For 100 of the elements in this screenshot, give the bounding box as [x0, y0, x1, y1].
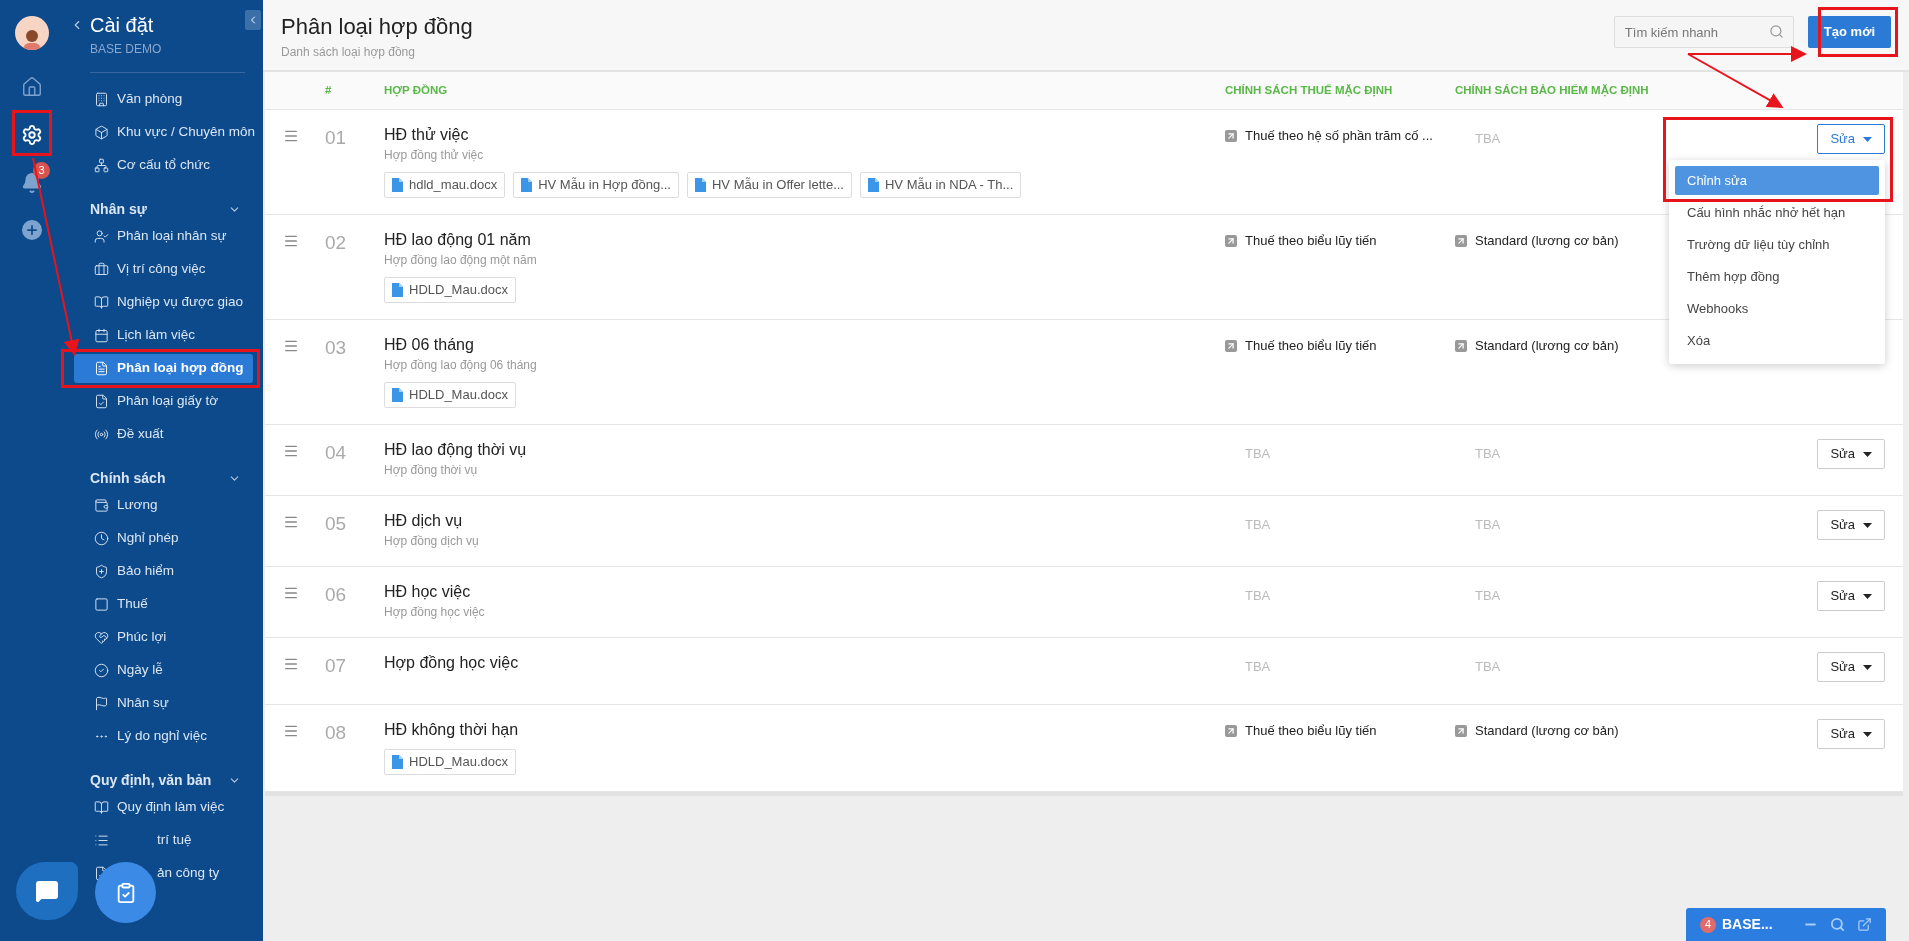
- sidebar-item[interactable]: Văn phòng: [74, 85, 253, 114]
- menu-item[interactable]: Xóa: [1675, 326, 1879, 355]
- file-chip[interactable]: hdld_mau.docx: [384, 172, 506, 198]
- contract-name[interactable]: HĐ không thời hạn: [384, 719, 1225, 741]
- chat-icon: [35, 879, 59, 903]
- section-header[interactable]: Nhân sự: [90, 198, 147, 220]
- search-icon: [1768, 24, 1784, 39]
- search-field[interactable]: Tìm kiếm nhanh: [1613, 16, 1794, 48]
- sidebar-item[interactable]: Nghỉ phép: [74, 524, 253, 553]
- drag-handle-icon[interactable]: [283, 723, 299, 739]
- sidebar-item[interactable]: Bảo hiểm: [74, 557, 253, 586]
- sidebar-item[interactable]: Vị trí công việc: [74, 255, 253, 284]
- caret-icon: [1863, 136, 1872, 142]
- sidebar-item[interactable]: Ngày lễ: [74, 656, 253, 685]
- menu-icon: [94, 564, 109, 579]
- section-header[interactable]: Chính sách: [90, 467, 166, 489]
- sidebar-item[interactable]: Phân loại giấy tờ: [74, 387, 253, 416]
- file-chip[interactable]: HV Mẫu in NDA - Th...: [859, 172, 1022, 198]
- contract-name[interactable]: Hợp đồng học việc: [384, 652, 1225, 674]
- file-chip[interactable]: HDLD_Mau.docx: [384, 382, 516, 408]
- menu-item[interactable]: Thêm hợp đồng: [1675, 262, 1879, 291]
- sidebar-item[interactable]: Quy định làm việc: [74, 793, 253, 822]
- contract-name[interactable]: HĐ 06 tháng: [384, 334, 1225, 356]
- file-chip[interactable]: HDLD_Mau.docx: [384, 749, 516, 775]
- edit-dropdown-button[interactable]: Sửa: [1817, 510, 1885, 540]
- sidebar-item[interactable]: Lý do nghỉ việc: [74, 722, 253, 751]
- policy-value: TBA: [1244, 446, 1271, 461]
- menu-item[interactable]: Trường dữ liệu tùy chỉnh: [1675, 230, 1879, 259]
- column-header: CHÍNH SÁCH THUẾ MẶC ĐỊNH: [1225, 82, 1394, 99]
- settings-icon[interactable]: [21, 124, 43, 146]
- create-button[interactable]: Tạo mới: [1807, 16, 1891, 48]
- drag-handle-icon[interactable]: [283, 233, 299, 249]
- chat-widget-bar[interactable]: 4 BASE...: [1686, 908, 1886, 941]
- menu-item[interactable]: Webhooks: [1675, 294, 1879, 323]
- drag-handle-icon[interactable]: [283, 338, 299, 354]
- policy-value: TBA: [1474, 446, 1501, 461]
- sidebar-item[interactable]: Lương: [74, 491, 253, 520]
- search-icon[interactable]: [1830, 917, 1845, 932]
- home-icon[interactable]: [21, 76, 43, 98]
- row-number: 05: [325, 512, 348, 536]
- sidebar-item[interactable]: Đề xuất: [74, 420, 253, 449]
- menu-icon: [94, 696, 109, 711]
- file-chip[interactable]: HV Mẫu in Hợp đồng...: [513, 172, 679, 198]
- drag-handle-icon[interactable]: [283, 656, 299, 672]
- avatar[interactable]: [15, 16, 49, 50]
- sidebar-subtitle: BASE DEMO: [89, 41, 163, 58]
- sidebar-item[interactable]: trí tuệ: [74, 826, 253, 855]
- popout-icon[interactable]: [1857, 917, 1872, 932]
- menu-icon: [94, 125, 109, 140]
- link-icon: [1225, 129, 1237, 142]
- column-header: CHÍNH SÁCH BẢO HIỂM MẶC ĐỊNH: [1455, 82, 1650, 99]
- policy-link[interactable]: Standard (lương cơ bản): [1475, 231, 1619, 251]
- edit-dropdown-button[interactable]: Sửa: [1817, 124, 1885, 154]
- edit-dropdown-button[interactable]: Sửa: [1817, 719, 1885, 749]
- caret-icon: [1863, 593, 1872, 599]
- sidebar-item[interactable]: Khu vực / Chuyên môn: [74, 118, 253, 147]
- menu-icon: [94, 531, 109, 546]
- sidebar-item[interactable]: Phúc lợi: [74, 623, 253, 652]
- drag-handle-icon[interactable]: [283, 585, 299, 601]
- document-icon: [867, 178, 879, 192]
- file-chip[interactable]: HDLD_Mau.docx: [384, 277, 516, 303]
- sidebar-item[interactable]: Cơ cấu tổ chức: [74, 151, 253, 180]
- add-icon[interactable]: [22, 220, 42, 240]
- contract-name[interactable]: HĐ dịch vụ: [384, 510, 1225, 532]
- policy-link[interactable]: Standard (lương cơ bản): [1475, 336, 1619, 356]
- policy-link[interactable]: Thuế theo biểu lũy tiến: [1245, 336, 1377, 356]
- menu-item[interactable]: Cấu hình nhắc nhở hết hạn: [1675, 198, 1879, 227]
- contract-name[interactable]: HĐ học việc: [384, 581, 1225, 603]
- sidebar-item[interactable]: Phân loại hợp đồng: [74, 354, 253, 383]
- file-chip[interactable]: HV Mẫu in Offer lette...: [687, 172, 852, 198]
- contract-name[interactable]: HĐ thử việc: [384, 124, 1225, 146]
- edit-dropdown-button[interactable]: Sửa: [1817, 652, 1885, 682]
- sidebar-item[interactable]: Phân loại nhân sự: [74, 222, 253, 251]
- policy-link[interactable]: Thuế theo biểu lũy tiến: [1245, 721, 1377, 741]
- caret-icon: [1863, 664, 1872, 670]
- drag-handle-icon[interactable]: [283, 443, 299, 459]
- section-header[interactable]: Quy định, văn bản: [90, 769, 212, 791]
- policy-value: TBA: [1244, 588, 1271, 603]
- contract-description: Hợp đồng dịch vụ: [384, 533, 480, 550]
- sidebar-item[interactable]: Nghiệp vụ được giao: [74, 288, 253, 317]
- sidebar-item[interactable]: Lịch làm việc: [74, 321, 253, 350]
- drag-handle-icon[interactable]: [283, 514, 299, 530]
- collapse-button[interactable]: [245, 10, 261, 30]
- menu-icon: [94, 394, 109, 409]
- contract-name[interactable]: HĐ lao động thời vụ: [384, 439, 1225, 461]
- drag-handle-icon[interactable]: [283, 128, 299, 144]
- row-number: 03: [325, 336, 348, 360]
- caret-icon: [1863, 522, 1872, 528]
- contract-name[interactable]: HĐ lao động 01 năm: [384, 229, 1225, 251]
- notification-icon[interactable]: [21, 172, 43, 194]
- edit-dropdown-button[interactable]: Sửa: [1817, 581, 1885, 611]
- policy-link[interactable]: Thuế theo hệ số phần trăm cố ...: [1245, 126, 1433, 146]
- policy-link[interactable]: Thuế theo biểu lũy tiến: [1245, 231, 1377, 251]
- link-icon: [1225, 339, 1237, 352]
- document-icon: [392, 178, 403, 192]
- sidebar-item[interactable]: Thuế: [74, 590, 253, 619]
- sidebar-item[interactable]: Nhân sự: [74, 689, 253, 718]
- menu-icon: [94, 328, 109, 343]
- policy-link[interactable]: Standard (lương cơ bản): [1475, 721, 1619, 741]
- edit-dropdown-button[interactable]: Sửa: [1817, 439, 1885, 469]
